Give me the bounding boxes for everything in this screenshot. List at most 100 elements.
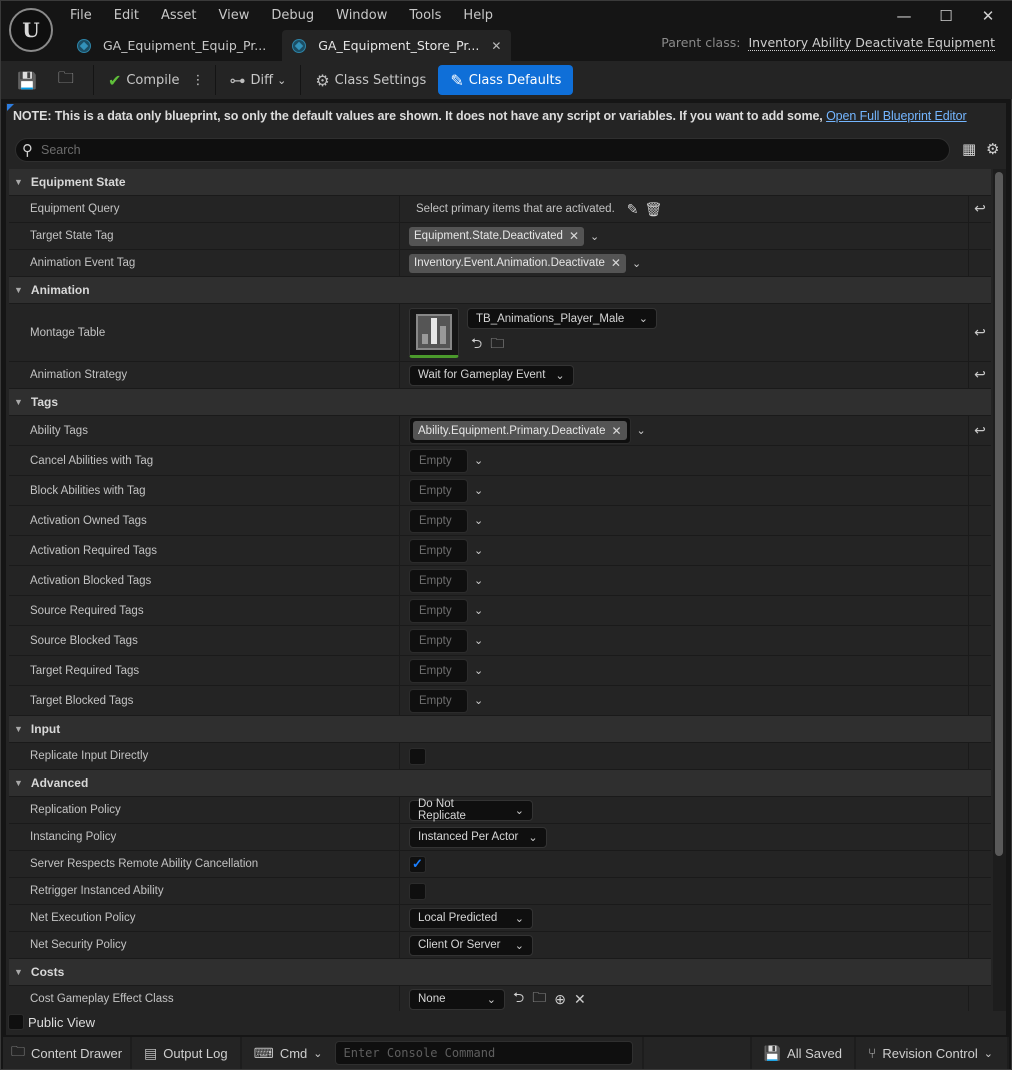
- chevron-down-icon[interactable]: ⌄: [474, 514, 483, 527]
- instancing-policy-dropdown[interactable]: Instanced Per Actor ⌄: [409, 826, 547, 848]
- remove-tag-icon[interactable]: ✕: [569, 229, 579, 243]
- table-view-icon[interactable]: ▦: [962, 140, 976, 158]
- use-selected-icon[interactable]: ⮌: [513, 987, 524, 1011]
- class-defaults-button[interactable]: ✎ Class Defaults: [438, 65, 574, 95]
- menu-window[interactable]: Window: [325, 5, 398, 26]
- data-only-note: NOTE: This is a data only blueprint, so …: [13, 109, 967, 123]
- category-advanced[interactable]: ▼ Advanced: [9, 770, 991, 797]
- chevron-down-icon[interactable]: ⌄: [474, 604, 483, 617]
- use-selected-icon[interactable]: ⮌: [471, 333, 482, 357]
- net-security-policy-dropdown[interactable]: Client Or Server ⌄: [409, 934, 533, 956]
- chevron-down-icon[interactable]: ⌄: [474, 694, 483, 707]
- browse-asset-icon[interactable]: 🗀: [490, 333, 504, 357]
- menu-file[interactable]: File: [59, 5, 103, 26]
- diff-button[interactable]: ⊶ Diff ⌄: [222, 65, 295, 95]
- chevron-down-icon[interactable]: ⌄: [474, 634, 483, 647]
- empty-tag-container[interactable]: Empty: [409, 658, 468, 683]
- minimize-button[interactable]: —: [883, 3, 925, 29]
- empty-tag-container[interactable]: Empty: [409, 598, 468, 623]
- console-command-input[interactable]: [334, 1041, 633, 1065]
- save-button[interactable]: 💾: [9, 65, 50, 95]
- diff-icon: ⊶: [229, 70, 246, 90]
- gameplay-tag-chip[interactable]: Ability.Equipment.Primary.Deactivate ✕: [413, 421, 627, 440]
- tab-store[interactable]: GA_Equipment_Store_Pr... ✕: [282, 30, 512, 61]
- remove-tag-icon[interactable]: ✕: [611, 424, 621, 438]
- reset-slot: [968, 596, 991, 625]
- replicate-input-checkbox[interactable]: [409, 747, 426, 765]
- unreal-logo-icon[interactable]: U: [9, 8, 53, 52]
- retrigger-checkbox[interactable]: [409, 882, 426, 900]
- tab-equip[interactable]: GA_Equipment_Equip_Pr...: [67, 30, 276, 61]
- property-row: Ability Tags Ability.Equipment.Primary.D…: [9, 416, 991, 446]
- gameplay-tag-chip[interactable]: Equipment.State.Deactivated ✕: [409, 226, 585, 246]
- chevron-down-icon[interactable]: ⌄: [590, 230, 599, 243]
- browse-button[interactable]: 🗀: [50, 65, 87, 95]
- maximize-button[interactable]: ☐: [925, 3, 967, 29]
- parent-class-link[interactable]: Inventory Ability Deactivate Equipment: [748, 35, 995, 51]
- add-new-icon[interactable]: ⊕: [554, 991, 566, 1008]
- net-execution-policy-dropdown[interactable]: Local Predicted ⌄: [409, 907, 533, 929]
- category-animation[interactable]: ▼ Animation: [9, 277, 991, 304]
- empty-tag-container[interactable]: Empty: [409, 478, 468, 503]
- category-equipment-state[interactable]: ▼ Equipment State: [9, 169, 991, 196]
- menu-asset[interactable]: Asset: [150, 5, 208, 26]
- empty-tag-container[interactable]: Empty: [409, 538, 468, 563]
- public-view-toggle[interactable]: Public View: [8, 1014, 95, 1030]
- server-respects-checkbox[interactable]: ✓: [409, 855, 426, 873]
- compile-button[interactable]: ✔ Compile: [100, 65, 188, 95]
- menu-debug[interactable]: Debug: [260, 5, 325, 26]
- menu-help[interactable]: Help: [452, 5, 504, 26]
- chevron-down-icon[interactable]: ⌄: [474, 574, 483, 587]
- output-log-button[interactable]: ▤ Output Log: [132, 1037, 240, 1069]
- category-costs[interactable]: ▼ Costs: [9, 959, 991, 986]
- settings-gear-icon[interactable]: ⚙: [986, 140, 999, 158]
- reset-to-default-icon[interactable]: ↩: [968, 196, 991, 222]
- compile-options-button[interactable]: ⋮: [188, 65, 209, 95]
- empty-tag-container[interactable]: Empty: [409, 568, 468, 593]
- remove-tag-icon[interactable]: ✕: [611, 256, 621, 270]
- browse-asset-icon[interactable]: 🗀: [532, 987, 546, 1011]
- menu-tools[interactable]: Tools: [398, 5, 452, 26]
- replication-policy-dropdown[interactable]: Do Not Replicate ⌄: [409, 798, 533, 822]
- chevron-down-icon[interactable]: ⌄: [474, 484, 483, 497]
- search-input[interactable]: [41, 143, 901, 157]
- edit-icon[interactable]: ✎: [627, 201, 639, 218]
- cmd-dropdown[interactable]: Cmd: [280, 1046, 307, 1061]
- empty-tag-container[interactable]: Empty: [409, 508, 468, 533]
- delete-icon[interactable]: 🗑: [645, 201, 663, 218]
- chevron-down-icon[interactable]: ⌄: [474, 544, 483, 557]
- menu-edit[interactable]: Edit: [103, 5, 150, 26]
- clear-icon[interactable]: ✕: [574, 991, 586, 1008]
- asset-thumbnail[interactable]: [409, 307, 459, 358]
- revision-control-button[interactable]: ⑂ Revision Control ⌄: [855, 1037, 1007, 1069]
- cost-ge-class-picker[interactable]: None ⌄: [409, 988, 505, 1010]
- reset-to-default-icon[interactable]: ↩: [968, 416, 991, 445]
- chevron-down-icon[interactable]: ⌄: [313, 1047, 322, 1060]
- close-tab-icon[interactable]: ✕: [491, 39, 501, 53]
- gear-icon: ⚙: [315, 70, 330, 90]
- all-saved-button[interactable]: 💾 All Saved: [751, 1037, 854, 1069]
- empty-tag-container[interactable]: Empty: [409, 688, 468, 713]
- reset-slot: [968, 878, 991, 904]
- empty-tag-container[interactable]: Empty: [409, 448, 468, 473]
- public-view-checkbox[interactable]: [8, 1014, 24, 1030]
- empty-tag-container[interactable]: Empty: [409, 628, 468, 653]
- chevron-down-icon[interactable]: ⌄: [637, 424, 646, 437]
- close-window-button[interactable]: ✕: [967, 3, 1009, 29]
- gameplay-tag-chip[interactable]: Inventory.Event.Animation.Deactivate ✕: [409, 253, 626, 273]
- category-input[interactable]: ▼ Input: [9, 716, 991, 743]
- montage-table-picker[interactable]: TB_Animations_Player_Male ⌄: [467, 308, 657, 329]
- menu-view[interactable]: View: [208, 5, 261, 26]
- class-settings-button[interactable]: ⚙ Class Settings: [307, 65, 434, 95]
- reset-to-default-icon[interactable]: ↩: [968, 304, 991, 361]
- content-drawer-button[interactable]: 🗀 Content Drawer: [3, 1037, 131, 1069]
- chevron-down-icon[interactable]: ⌄: [474, 454, 483, 467]
- chevron-down-icon[interactable]: ⌄: [474, 664, 483, 677]
- chevron-down-icon[interactable]: ⌄: [632, 257, 641, 270]
- vertical-scrollbar[interactable]: [993, 169, 1006, 1011]
- reset-to-default-icon[interactable]: ↩: [968, 362, 991, 388]
- animation-strategy-dropdown[interactable]: Wait for Gameplay Event ⌄: [409, 364, 574, 386]
- open-full-editor-link[interactable]: Open Full Blueprint Editor: [826, 109, 967, 123]
- scrollbar-thumb[interactable]: [995, 172, 1003, 856]
- category-tags[interactable]: ▼ Tags: [9, 389, 991, 416]
